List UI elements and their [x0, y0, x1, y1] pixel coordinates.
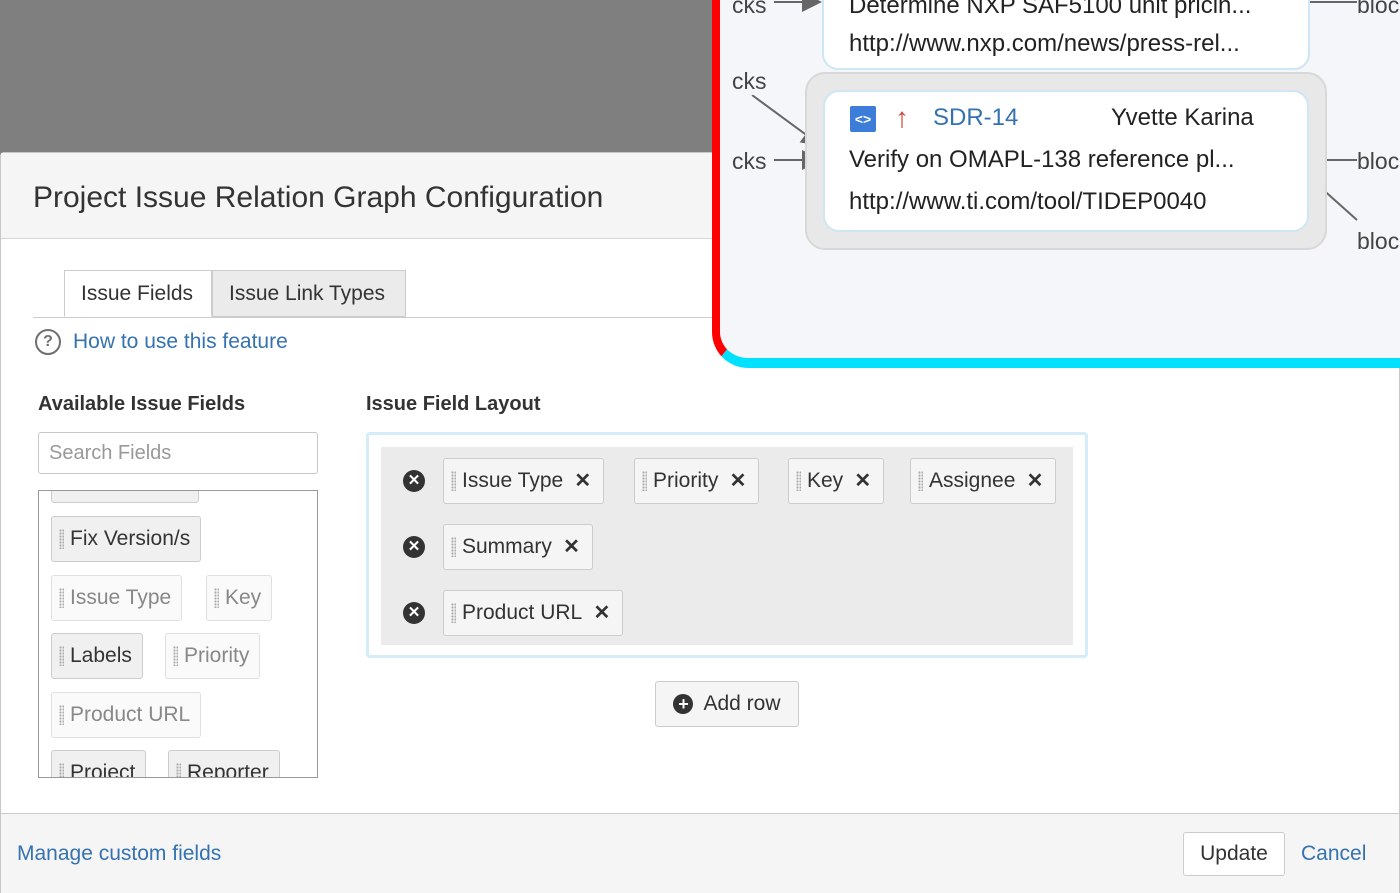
remove-row-icon[interactable]: ✕: [403, 536, 425, 558]
remove-field-icon[interactable]: ✕: [574, 459, 591, 503]
remove-field-icon[interactable]: ✕: [730, 459, 747, 503]
node-url: http://www.nxp.com/news/press-rel...: [849, 30, 1240, 57]
question-circle-icon: ?: [35, 329, 61, 355]
layout-chip-assignee[interactable]: Assignee ✕: [910, 458, 1057, 504]
edge-label: cks: [732, 148, 767, 175]
layout-chip-label: Issue Type: [462, 469, 564, 492]
cancel-link[interactable]: Cancel: [1301, 842, 1366, 866]
layout-chip-product-url[interactable]: Product URL ✕: [443, 590, 624, 636]
graph-preview: cks cks cks bloc bloc bloc Determine NXP…: [712, 0, 1400, 372]
layout-chip-label: Product URL: [462, 601, 583, 624]
field-chip-labels[interactable]: Labels: [51, 633, 143, 679]
tab-issue-fields[interactable]: Issue Fields: [64, 270, 212, 317]
node-summary: Verify on OMAPL-138 reference pl...: [849, 146, 1235, 173]
node-summary: Determine NXP SAF5100 unit pricin...: [849, 0, 1252, 19]
add-row-button[interactable]: + Add row: [655, 681, 799, 727]
remove-field-icon[interactable]: ✕: [854, 459, 871, 503]
node-assignee: Yvette Karina: [1111, 104, 1254, 131]
field-chip-reporter[interactable]: Reporter: [168, 750, 280, 777]
layout-chip-priority[interactable]: Priority ✕: [634, 458, 760, 504]
remove-field-icon[interactable]: ✕: [1027, 459, 1044, 503]
field-layout-box: ✕ Issue Type ✕ Priority ✕ Key ✕ Assignee ✕ ✕…: [366, 432, 1088, 658]
layout-chip-summary[interactable]: Summary ✕: [443, 524, 593, 570]
field-chip-project[interactable]: Project: [51, 750, 147, 777]
graph-node-sdr-14[interactable]: <> ↑ SDR-14 Yvette Karina Verify on OMAP…: [823, 90, 1309, 232]
update-button[interactable]: Update: [1183, 832, 1285, 876]
edge-label: bloc: [1357, 148, 1400, 175]
field-chip-hidden[interactable]: [51, 491, 199, 503]
tab-issue-link-types[interactable]: Issue Link Types: [212, 270, 406, 317]
remove-field-icon[interactable]: ✕: [563, 525, 580, 569]
search-fields-input[interactable]: [38, 432, 318, 474]
add-row-label: Add row: [703, 692, 781, 715]
layout-chip-label: Priority: [653, 469, 719, 492]
field-chip-key[interactable]: Key: [206, 575, 273, 621]
available-fields-list[interactable]: Fix Version/s Issue Type Key Labels Prio…: [38, 490, 318, 778]
help-link[interactable]: How to use this feature: [73, 330, 288, 354]
layout-chip-label: Key: [807, 469, 844, 492]
tab-bar: Issue Fields Issue Link Types: [33, 270, 723, 318]
layout-chip-key[interactable]: Key ✕: [788, 458, 885, 504]
edge-label: bloc: [1357, 228, 1400, 255]
field-chip-fix-version[interactable]: Fix Version/s: [51, 516, 202, 562]
manage-custom-fields-link[interactable]: Manage custom fields: [17, 842, 221, 866]
layout-chip-issue-type[interactable]: Issue Type ✕: [443, 458, 605, 504]
help-row: ? How to use this feature: [35, 328, 288, 356]
improvement-icon: <>: [850, 106, 876, 132]
field-chip-priority[interactable]: Priority: [165, 633, 261, 679]
edge-label: cks: [732, 68, 767, 95]
field-layout-rows: ✕ Issue Type ✕ Priority ✕ Key ✕ Assignee ✕ ✕…: [381, 447, 1073, 645]
node-key-link[interactable]: SDR-14: [933, 104, 1018, 132]
edge-label: cks: [732, 0, 767, 19]
arrow-up-icon: ↑: [895, 102, 909, 133]
field-chip-product-url[interactable]: Product URL: [51, 692, 202, 738]
remove-field-icon[interactable]: ✕: [593, 591, 610, 635]
remove-row-icon[interactable]: ✕: [403, 602, 425, 624]
layout-chip-label: Summary: [462, 535, 552, 558]
plus-circle-icon: +: [673, 694, 694, 714]
field-chip-issue-type[interactable]: Issue Type: [51, 575, 183, 621]
graph-node-group: <> ↑ SDR-14 Yvette Karina Verify on OMAP…: [805, 72, 1327, 250]
field-layout-heading: Issue Field Layout: [366, 393, 541, 415]
available-fields-heading: Available Issue Fields: [38, 393, 246, 415]
node-url: http://www.ti.com/tool/TIDEP0040: [849, 188, 1207, 215]
layout-chip-label: Assignee: [929, 469, 1016, 492]
edge-label: bloc: [1357, 0, 1400, 19]
dialog-footer: Manage custom fields Update Cancel: [1, 813, 1399, 893]
remove-row-icon[interactable]: ✕: [403, 470, 425, 492]
graph-node-top[interactable]: Determine NXP SAF5100 unit pricin... htt…: [822, 0, 1310, 70]
